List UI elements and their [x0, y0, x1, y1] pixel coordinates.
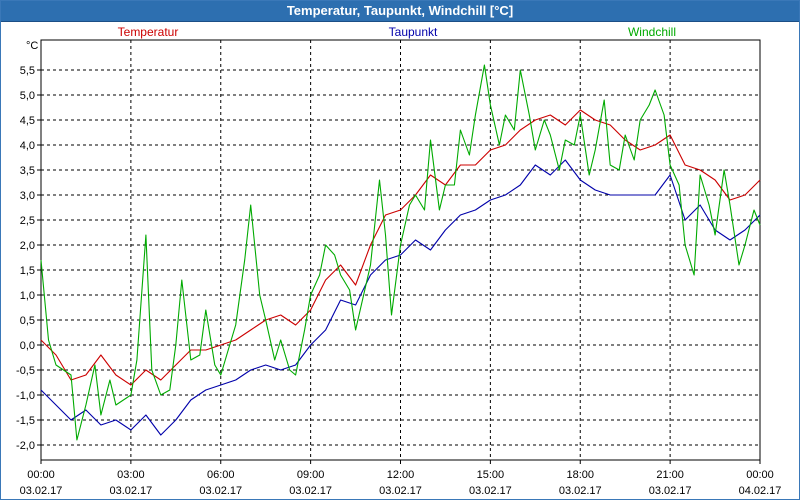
x-tick-time-label: 00:00: [746, 469, 774, 481]
x-tick-time-label: 21:00: [656, 469, 684, 481]
x-tick-time-label: 18:00: [566, 469, 594, 481]
y-tick-label: 3,5: [20, 165, 35, 177]
y-tick-label: -1,0: [16, 390, 35, 402]
window-title: Temperatur, Taupunkt, Windchill [°C]: [286, 3, 514, 18]
x-tick-date-label: 03.02.17: [109, 485, 152, 497]
grid: [41, 40, 760, 460]
legend: Temperatur Taupunkt Windchill: [118, 25, 676, 39]
y-tick-label: 4,0: [20, 140, 35, 152]
x-tick-time-label: 03:00: [117, 469, 145, 481]
x-tick-time-label: 00:00: [27, 469, 55, 481]
legend-entry-taupunkt: Taupunkt: [389, 25, 438, 39]
y-tick-label: 1,0: [20, 290, 35, 302]
y-tick-label: -0,5: [16, 365, 35, 377]
x-tick-time-label: 06:00: [207, 469, 235, 481]
y-tick-label: 0,5: [20, 315, 35, 327]
x-tick-date-label: 03.02.17: [199, 485, 242, 497]
title-bar: Temperatur, Taupunkt, Windchill [°C]: [1, 1, 799, 22]
y-tick-label: 2,5: [20, 215, 35, 227]
y-axis-unit-label: °C: [26, 40, 38, 52]
x-tick-date-label: 03.02.17: [289, 485, 332, 497]
y-tick-label: 5,5: [20, 65, 35, 77]
y-tick-label: -2,0: [16, 440, 35, 452]
legend-entry-temperatur: Temperatur: [118, 25, 179, 39]
x-tick-time-label: 09:00: [297, 469, 325, 481]
x-tick-date-label: 04.02.17: [739, 485, 782, 497]
legend-entry-windchill: Windchill: [628, 25, 676, 39]
y-tick-label: 0,0: [20, 340, 35, 352]
y-tick-label: -1,5: [16, 415, 35, 427]
x-tick-date-label: 03.02.17: [20, 485, 63, 497]
x-tick-time-label: 12:00: [387, 469, 415, 481]
y-tick-label: 1,5: [20, 265, 35, 277]
line-chart: 5,5 5,0 4,5 4,0 3,5 3,0 2,5 2,0 1,5 1,0 0,5 0,0 -0,5…: [16, 25, 782, 497]
y-tick-label: 5,0: [20, 90, 35, 102]
y-tick-label: 3,0: [20, 190, 35, 202]
x-tick-time-label: 15:00: [477, 469, 505, 481]
y-tick-label: 4,5: [20, 115, 35, 127]
x-tick-date-label: 03.02.17: [649, 485, 692, 497]
x-tick-date-label: 03.02.17: [469, 485, 512, 497]
x-tick-date-label: 03.02.17: [559, 485, 602, 497]
x-tick-date-label: 03.02.17: [379, 485, 422, 497]
y-tick-label: 2,0: [20, 240, 35, 252]
